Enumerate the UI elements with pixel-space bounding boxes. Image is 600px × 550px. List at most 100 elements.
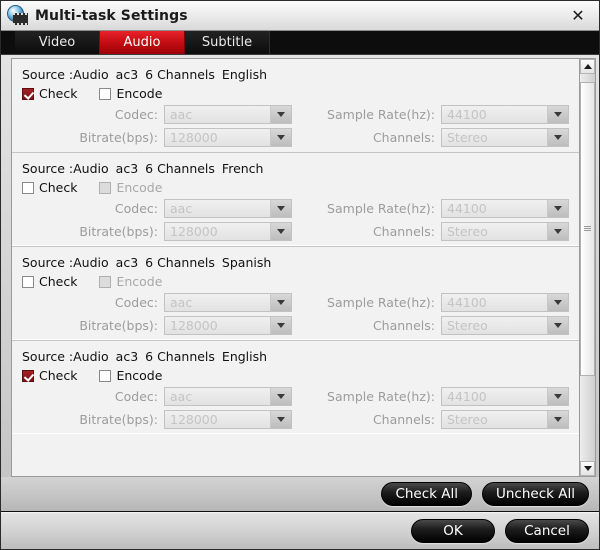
bitrate-channels-row: Bitrate(bps): 128000 Channels: Stereo: [20, 222, 571, 241]
bitrate-channels-row: Bitrate(bps): 128000 Channels: Stereo: [20, 128, 571, 147]
channels-select[interactable]: Stereo: [441, 316, 569, 335]
source-channels: 6 Channels: [145, 161, 215, 176]
channels-label: Channels:: [372, 412, 435, 427]
codec-samplerate-row: Codec: aac Sample Rate(hz): 44100: [20, 105, 571, 124]
audio-track-row: Source :Audio ac3 6 Channels French Check Enc…: [12, 152, 579, 246]
sample-rate-select[interactable]: 44100: [441, 293, 569, 312]
tab-subtitle[interactable]: Subtitle: [185, 31, 270, 54]
chevron-down-icon[interactable]: [547, 223, 568, 240]
check-label: Check: [39, 274, 78, 289]
title-bar: Multi-task Settings ✕: [1, 1, 599, 31]
source-prefix: Source :Audio: [22, 161, 109, 176]
chevron-down-icon[interactable]: [270, 388, 291, 405]
encode-label: Encode: [116, 274, 163, 289]
scrollbar-thumb[interactable]: [580, 81, 595, 376]
codec-select[interactable]: aac: [164, 105, 292, 124]
codec-select[interactable]: aac: [164, 293, 292, 312]
vertical-scrollbar[interactable]: [579, 58, 596, 477]
chevron-down-icon[interactable]: [547, 294, 568, 311]
chevron-down-icon[interactable]: [547, 106, 568, 123]
scroll-up-icon[interactable]: [580, 59, 595, 74]
track-source-line: Source :Audio ac3 6 Channels French: [22, 161, 571, 176]
codec-value: aac: [170, 107, 193, 122]
chevron-down-icon[interactable]: [270, 317, 291, 334]
check-checkbox[interactable]: [22, 275, 34, 288]
source-prefix: Source :Audio: [22, 255, 109, 270]
tab-video[interactable]: Video: [15, 31, 100, 54]
check-checkbox[interactable]: [22, 181, 34, 194]
channels-label: Channels:: [372, 224, 435, 239]
codec-label: Codec:: [114, 295, 158, 310]
channels-value: Stereo: [447, 130, 488, 145]
source-language: Spanish: [221, 255, 272, 270]
tab-audio[interactable]: Audio: [100, 31, 185, 54]
channels-select[interactable]: Stereo: [441, 410, 569, 429]
chevron-down-icon[interactable]: [270, 200, 291, 217]
track-check-row: Check Encode: [22, 368, 571, 383]
cancel-button[interactable]: Cancel: [505, 519, 589, 543]
content-area: Source :Audio ac3 6 Channels English Check En…: [1, 55, 599, 477]
chevron-down-icon[interactable]: [270, 106, 291, 123]
encode-checkbox: [99, 275, 112, 288]
codec-select[interactable]: aac: [164, 387, 292, 406]
tab-bar: Video Audio Subtitle: [1, 31, 599, 55]
audio-track-row: Source :Audio ac3 6 Channels English Check En…: [12, 340, 579, 434]
multi-task-settings-window: Multi-task Settings ✕ Video Audio Subtit…: [0, 0, 600, 550]
sample-rate-select[interactable]: 44100: [441, 105, 569, 124]
chevron-down-icon[interactable]: [270, 411, 291, 428]
ok-button[interactable]: OK: [411, 519, 495, 543]
codec-samplerate-row: Codec: aac Sample Rate(hz): 44100: [20, 293, 571, 312]
bitrate-select[interactable]: 128000: [164, 316, 292, 335]
check-all-button[interactable]: Check All: [381, 482, 472, 506]
chevron-down-icon[interactable]: [270, 223, 291, 240]
check-label: Check: [39, 180, 78, 195]
source-format: ac3: [115, 255, 139, 270]
source-format: ac3: [115, 349, 139, 364]
chevron-down-icon[interactable]: [270, 294, 291, 311]
close-icon[interactable]: ✕: [565, 1, 591, 30]
bitrate-label: Bitrate(bps):: [79, 130, 158, 145]
channels-select[interactable]: Stereo: [441, 222, 569, 241]
bitrate-channels-row: Bitrate(bps): 128000 Channels: Stereo: [20, 316, 571, 335]
sample-rate-value: 44100: [447, 295, 487, 310]
bitrate-label: Bitrate(bps):: [79, 224, 158, 239]
codec-value: aac: [170, 201, 193, 216]
sample-rate-select[interactable]: 44100: [441, 199, 569, 218]
check-checkbox[interactable]: [22, 87, 34, 100]
chevron-down-icon[interactable]: [547, 411, 568, 428]
source-prefix: Source :Audio: [22, 349, 109, 364]
encode-checkbox[interactable]: [99, 87, 112, 100]
uncheck-all-button[interactable]: Uncheck All: [482, 482, 589, 506]
sample-rate-value: 44100: [447, 389, 487, 404]
audio-track-row: Source :Audio ac3 6 Channels English Check En…: [12, 59, 579, 152]
chevron-down-icon[interactable]: [547, 200, 568, 217]
check-checkbox[interactable]: [22, 369, 34, 382]
sample-rate-label: Sample Rate(hz):: [327, 389, 435, 404]
bitrate-value: 128000: [170, 412, 218, 427]
codec-select[interactable]: aac: [164, 199, 292, 218]
chevron-down-icon[interactable]: [547, 388, 568, 405]
scrollbar-grip-icon: [584, 226, 591, 232]
codec-label: Codec:: [114, 201, 158, 216]
audio-track-row: Source :Audio ac3 6 Channels Spanish Check En…: [12, 246, 579, 340]
channels-select[interactable]: Stereo: [441, 128, 569, 147]
bitrate-select[interactable]: 128000: [164, 222, 292, 241]
encode-checkbox[interactable]: [99, 369, 112, 382]
channels-label: Channels:: [372, 318, 435, 333]
source-prefix: Source :Audio: [22, 67, 109, 82]
chevron-down-icon[interactable]: [547, 317, 568, 334]
bitrate-select[interactable]: 128000: [164, 128, 292, 147]
scroll-down-icon[interactable]: [580, 461, 595, 476]
channels-label: Channels:: [372, 130, 435, 145]
bitrate-value: 128000: [170, 318, 218, 333]
source-language: English: [221, 349, 268, 364]
codec-label: Codec:: [114, 389, 158, 404]
scrollbar-track[interactable]: [580, 74, 595, 461]
bitrate-select[interactable]: 128000: [164, 410, 292, 429]
chevron-down-icon[interactable]: [547, 129, 568, 146]
chevron-down-icon[interactable]: [270, 129, 291, 146]
sample-rate-label: Sample Rate(hz):: [327, 295, 435, 310]
audio-track-list: Source :Audio ac3 6 Channels English Check En…: [11, 58, 579, 477]
sample-rate-select[interactable]: 44100: [441, 387, 569, 406]
codec-samplerate-row: Codec: aac Sample Rate(hz): 44100: [20, 199, 571, 218]
